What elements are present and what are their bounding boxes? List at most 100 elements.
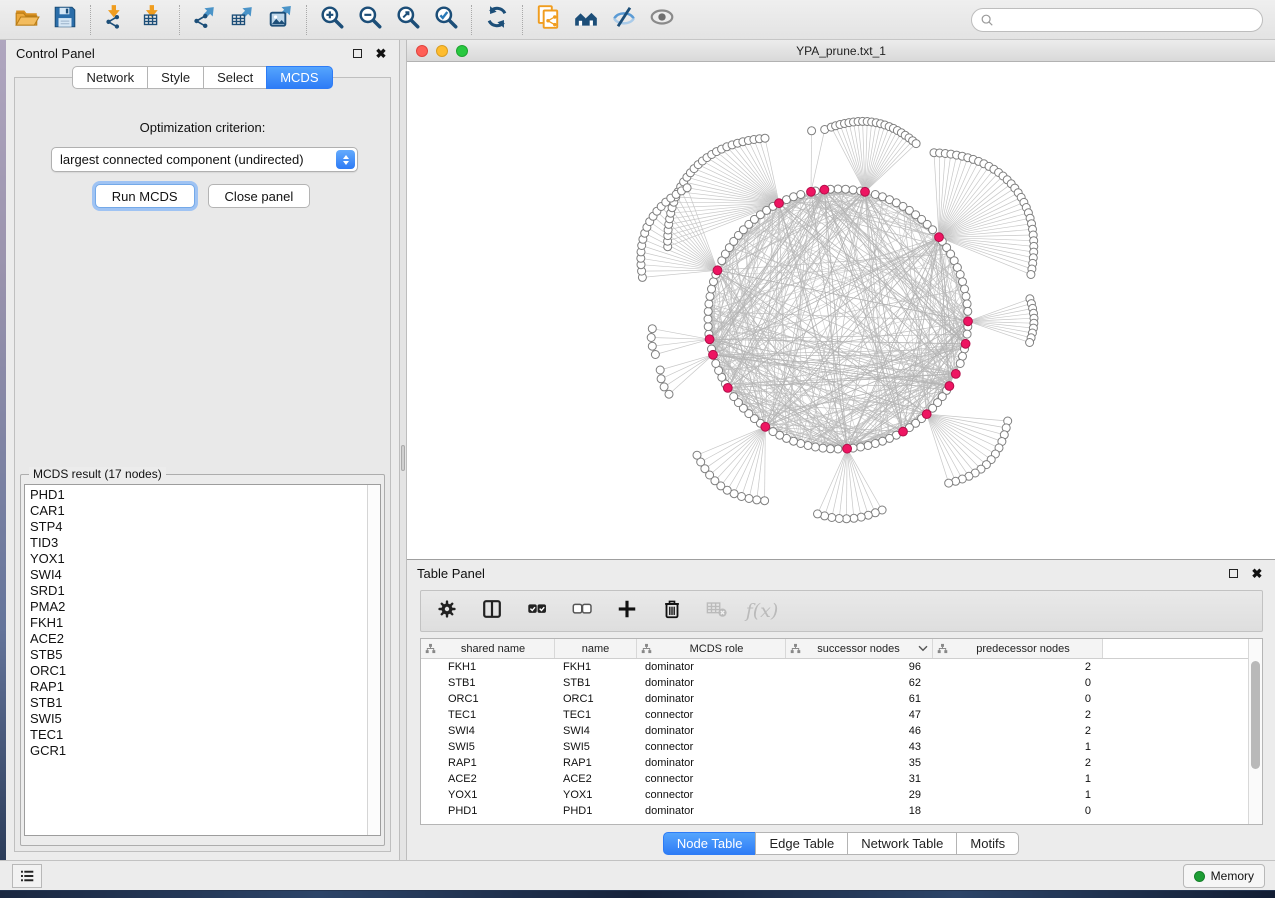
splitter-grip[interactable]	[401, 445, 405, 471]
network-hub-node[interactable]	[861, 187, 870, 196]
open-button[interactable]	[8, 4, 46, 36]
cell-name[interactable]: SWI4	[555, 723, 637, 739]
network-node[interactable]	[849, 186, 857, 194]
task-history-button[interactable]	[12, 864, 42, 888]
mcds-result-item[interactable]: STB1	[30, 695, 367, 711]
column-header-MCDS-role[interactable]: MCDS role	[637, 639, 786, 658]
cell-shared-name[interactable]: RAP1	[421, 755, 555, 771]
cell-name[interactable]: YOX1	[555, 787, 637, 803]
toggle-columns-button[interactable]	[478, 597, 506, 625]
network-leaf-node[interactable]	[912, 140, 920, 148]
cell-predecessor-nodes[interactable]: 1	[933, 739, 1103, 755]
cell-MCDS-role[interactable]: dominator	[637, 723, 786, 739]
cell-name[interactable]: PHD1	[555, 803, 637, 819]
mcds-result-item[interactable]: SWI4	[30, 567, 367, 583]
network-hub-node[interactable]	[961, 339, 970, 348]
first-neighbors-button[interactable]	[567, 4, 605, 36]
network-leaf-node[interactable]	[660, 383, 668, 391]
mcds-list-scrollbar[interactable]	[367, 485, 380, 835]
cell-successor-nodes[interactable]: 29	[786, 787, 933, 803]
mcds-result-item[interactable]: SRD1	[30, 583, 367, 599]
network-node[interactable]	[797, 191, 805, 199]
network-node[interactable]	[961, 285, 969, 293]
import-table-button[interactable]	[135, 4, 173, 36]
network-leaf-node[interactable]	[828, 514, 836, 522]
export-network-button[interactable]	[186, 4, 224, 36]
cell-predecessor-nodes[interactable]: 0	[933, 675, 1103, 691]
network-node[interactable]	[708, 285, 716, 293]
cell-MCDS-role[interactable]: dominator	[637, 691, 786, 707]
select-all-columns-button[interactable]	[523, 597, 551, 625]
cell-successor-nodes[interactable]: 18	[786, 803, 933, 819]
deselect-all-columns-button[interactable]	[568, 597, 596, 625]
cell-MCDS-role[interactable]: dominator	[637, 803, 786, 819]
cell-name[interactable]: STB1	[555, 675, 637, 691]
network-leaf-node[interactable]	[648, 325, 656, 333]
table-row[interactable]: TEC1TEC1connector472	[421, 707, 1248, 723]
cell-successor-nodes[interactable]: 61	[786, 691, 933, 707]
cell-successor-nodes[interactable]: 62	[786, 675, 933, 691]
cell-shared-name[interactable]: FKH1	[421, 659, 555, 675]
column-header-name[interactable]: name	[555, 639, 637, 658]
mcds-result-item[interactable]: SWI5	[30, 711, 367, 727]
network-leaf-node[interactable]	[1027, 271, 1035, 279]
cell-name[interactable]: TEC1	[555, 707, 637, 723]
network-leaf-node[interactable]	[656, 366, 664, 374]
network-leaf-node[interactable]	[850, 514, 858, 522]
network-hub-node[interactable]	[705, 335, 714, 344]
network-node[interactable]	[962, 292, 970, 300]
duplicate-network-button[interactable]	[529, 4, 567, 36]
table-row[interactable]: SWI5SWI5connector431	[421, 739, 1248, 755]
refresh-button[interactable]	[478, 4, 516, 36]
cell-predecessor-nodes[interactable]: 1	[933, 787, 1103, 803]
network-hub-node[interactable]	[761, 422, 770, 431]
network-hub-node[interactable]	[843, 444, 852, 453]
network-hub-node[interactable]	[709, 350, 718, 359]
cell-name[interactable]: FKH1	[555, 659, 637, 675]
tab-select[interactable]: Select	[203, 66, 267, 89]
network-leaf-node[interactable]	[761, 497, 769, 505]
network-node[interactable]	[712, 360, 720, 368]
cell-predecessor-nodes[interactable]: 1	[933, 771, 1103, 787]
network-leaf-node[interactable]	[665, 390, 673, 398]
add-column-button[interactable]	[613, 597, 641, 625]
mcds-result-item[interactable]: TID3	[30, 535, 367, 551]
table-row[interactable]: ORC1ORC1dominator610	[421, 691, 1248, 707]
network-leaf-node[interactable]	[843, 515, 851, 523]
network-node[interactable]	[929, 226, 937, 234]
close-table-panel-icon[interactable]: ✖	[1249, 565, 1265, 581]
network-leaf-node[interactable]	[753, 496, 761, 504]
mcds-result-item[interactable]: PHD1	[30, 487, 367, 503]
cell-shared-name[interactable]: SWI5	[421, 739, 555, 755]
network-node[interactable]	[963, 300, 971, 308]
search-box[interactable]	[971, 8, 1263, 32]
network-leaf-node[interactable]	[835, 515, 843, 523]
cell-MCDS-role[interactable]: connector	[637, 707, 786, 723]
search-input[interactable]	[999, 13, 1254, 27]
network-hub-node[interactable]	[723, 384, 732, 393]
network-node[interactable]	[956, 360, 964, 368]
network-hub-node[interactable]	[951, 370, 960, 379]
network-leaf-node[interactable]	[647, 334, 655, 342]
tab-style[interactable]: Style	[147, 66, 204, 89]
cell-MCDS-role[interactable]: dominator	[637, 755, 786, 771]
criterion-select[interactable]: largest connected component (undirected)	[51, 147, 358, 172]
network-node[interactable]	[706, 292, 714, 300]
cell-MCDS-role[interactable]: connector	[637, 787, 786, 803]
cell-predecessor-nodes[interactable]: 0	[933, 691, 1103, 707]
mcds-result-item[interactable]: YOX1	[30, 551, 367, 567]
table-row[interactable]: PHD1PHD1dominator180	[421, 803, 1248, 819]
export-table-button[interactable]	[224, 4, 262, 36]
show-all-button[interactable]	[643, 4, 681, 36]
network-graph[interactable]	[407, 62, 1267, 559]
mcds-result-item[interactable]: TEC1	[30, 727, 367, 743]
network-node[interactable]	[857, 443, 865, 451]
mcds-result-item[interactable]: PMA2	[30, 599, 367, 615]
network-node[interactable]	[769, 428, 777, 436]
network-node[interactable]	[871, 440, 879, 448]
cell-MCDS-role[interactable]: dominator	[637, 659, 786, 675]
float-table-panel-icon[interactable]	[1225, 565, 1241, 581]
table-row[interactable]: STB1STB1dominator620	[421, 675, 1248, 691]
table-row[interactable]: YOX1YOX1connector291	[421, 787, 1248, 803]
cell-successor-nodes[interactable]: 47	[786, 707, 933, 723]
